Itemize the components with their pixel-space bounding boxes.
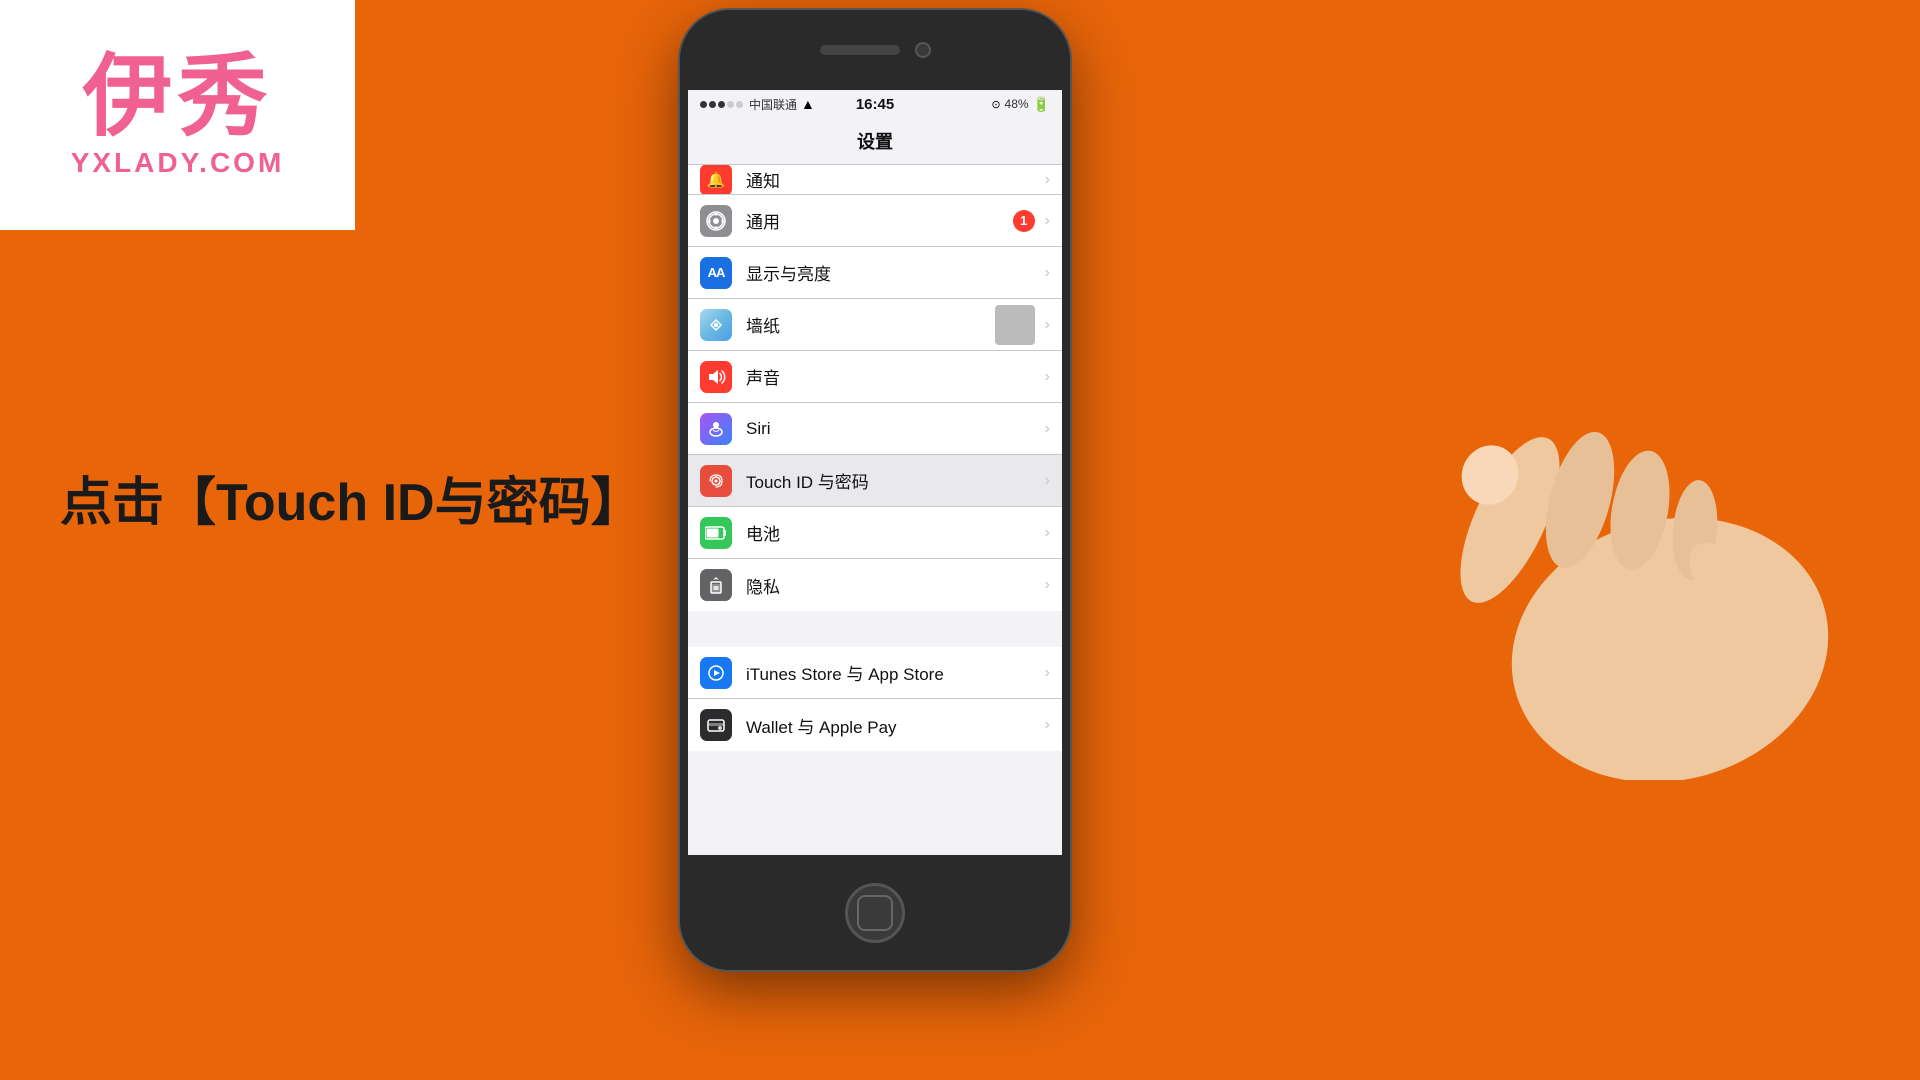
itunes-item[interactable]: iTunes Store 与 App Store › [688, 647, 1062, 699]
wifi-icon: ▲ [801, 96, 815, 112]
status-bar: 中国联通 ▲ 16:45 ⊙ 48% 🔋 [688, 88, 1062, 120]
wallet-item[interactable]: Wallet 与 Apple Pay › [688, 699, 1062, 751]
notifications-label: 通知 [746, 167, 1041, 192]
touchid-icon [700, 465, 732, 497]
general-item[interactable]: 通用 1 › [688, 195, 1062, 247]
signal-dot-3 [718, 101, 725, 108]
phone-outer: 中国联通 ▲ 16:45 ⊙ 48% 🔋 设置 🔔 通知 › [680, 10, 1070, 970]
instruction-text: 点击【Touch ID与密码】 [60, 460, 643, 535]
location-icon: ⊙ [991, 98, 1000, 111]
battery-item[interactable]: 电池 › [688, 507, 1062, 559]
battery-percent: 48% [1005, 97, 1029, 111]
wallet-label: Wallet 与 Apple Pay [746, 713, 1041, 738]
sounds-label: 声音 [746, 364, 1041, 389]
status-time: 16:45 [856, 96, 894, 113]
battery-chevron: › [1045, 524, 1050, 542]
display-chevron: › [1045, 264, 1050, 282]
logo-container: 伊秀 YXLADY.COM [0, 0, 355, 230]
front-camera [915, 42, 931, 58]
settings-section-2: iTunes Store 与 App Store › Wallet 与 Appl… [688, 647, 1062, 751]
general-chevron: › [1045, 212, 1050, 230]
section-divider [688, 611, 1062, 647]
signal-dot-1 [700, 101, 707, 108]
signal-dot-2 [709, 101, 716, 108]
wallpaper-icon [700, 309, 732, 341]
siri-item[interactable]: Siri › [688, 403, 1062, 455]
earpiece [820, 45, 900, 55]
privacy-item[interactable]: 隐私 › [688, 559, 1062, 611]
wallpaper-label: 墙纸 [746, 312, 995, 337]
privacy-icon [700, 569, 732, 601]
battery-item-icon [700, 517, 732, 549]
status-left: 中国联通 ▲ [700, 96, 815, 113]
notifications-chevron: › [1045, 171, 1050, 189]
status-right: ⊙ 48% 🔋 [991, 96, 1050, 113]
page-title: 设置 [688, 120, 1062, 165]
logo-english-text: YXLADY.COM [71, 147, 285, 179]
privacy-chevron: › [1045, 576, 1050, 594]
home-button-inner [857, 895, 893, 931]
general-label: 通用 [746, 208, 1013, 233]
wallpaper-chevron: › [1045, 316, 1050, 334]
siri-icon [700, 413, 732, 445]
settings-section-1: 通用 1 › AA 显示与亮度 › [688, 195, 1062, 611]
siri-chevron: › [1045, 420, 1050, 438]
partial-notifications-item: 🔔 通知 › [688, 165, 1062, 195]
wallpaper-thumbnail [995, 305, 1035, 345]
signal-dot-5 [736, 101, 743, 108]
phone-top-bar [680, 10, 1070, 90]
phone-screen: 中国联通 ▲ 16:45 ⊙ 48% 🔋 设置 🔔 通知 › [688, 88, 1062, 855]
phone-bottom [680, 855, 1070, 970]
itunes-chevron: › [1045, 664, 1050, 682]
display-item[interactable]: AA 显示与亮度 › [688, 247, 1062, 299]
logo-chinese-text: 伊秀 [83, 52, 273, 142]
privacy-label: 隐私 [746, 573, 1041, 598]
touchid-chevron: › [1045, 472, 1050, 490]
signal-dot-4 [727, 101, 734, 108]
touchid-label: Touch ID 与密码 [746, 468, 1041, 493]
notifications-icon: 🔔 [700, 165, 732, 195]
wallpaper-item[interactable]: 墙纸 › [688, 299, 1062, 351]
battery-label: 电池 [746, 520, 1041, 545]
wallet-chevron: › [1045, 716, 1050, 734]
general-icon [700, 205, 732, 237]
phone-wrapper: 中国联通 ▲ 16:45 ⊙ 48% 🔋 设置 🔔 通知 › [680, 10, 1080, 1010]
touchid-item[interactable]: Touch ID 与密码 › [688, 455, 1062, 507]
battery-icon: 🔋 [1033, 96, 1050, 113]
sounds-item[interactable]: 声音 › [688, 351, 1062, 403]
siri-label: Siri [746, 419, 1041, 439]
itunes-icon [700, 657, 732, 689]
display-label: 显示与亮度 [746, 260, 1041, 285]
general-badge: 1 [1013, 210, 1035, 232]
sounds-chevron: › [1045, 368, 1050, 386]
sounds-icon [700, 361, 732, 393]
wallet-icon [700, 709, 732, 741]
display-icon: AA [700, 257, 732, 289]
itunes-label: iTunes Store 与 App Store [746, 660, 1041, 685]
home-button[interactable] [845, 883, 905, 943]
carrier-label: 中国联通 [749, 96, 797, 113]
